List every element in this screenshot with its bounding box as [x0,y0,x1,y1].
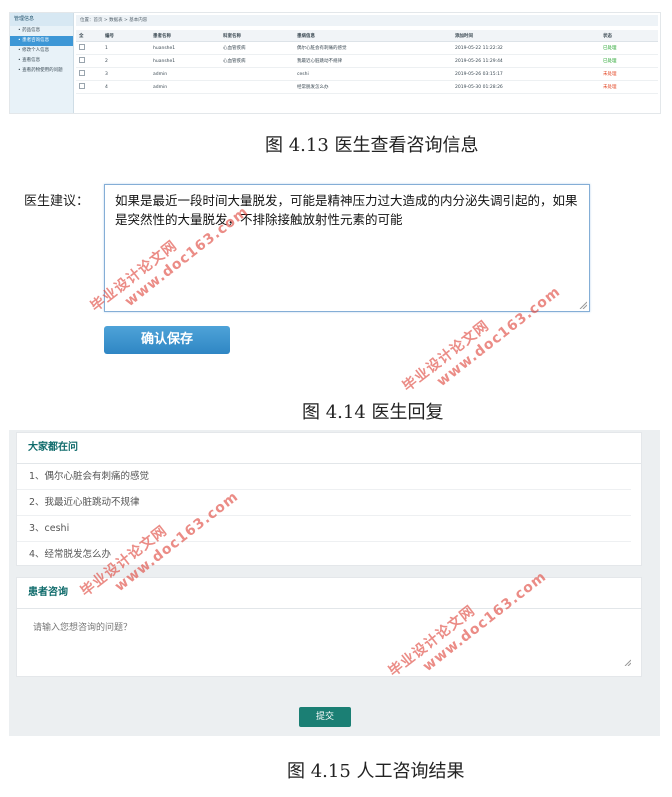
table-row[interactable]: 2 huanshe1 心血管疾病 我最近心脏跳动不规律 2019-05-26 1… [76,54,658,68]
list-item[interactable]: 2、我最近心脏跳动不规律 [17,490,631,516]
table-row[interactable]: 1 huanshe1 心血管疾病 偶尔心脏会有刺痛的感觉 2019-05-22 … [76,41,658,55]
status-badge[interactable]: 未处理 [600,80,658,94]
cell-patient: admin [150,67,220,81]
cell-dept: 心血管疾病 [220,54,294,68]
table-row[interactable]: 3 admin ceshi 2019-05-26 03:15:17 未处理 [76,67,658,81]
row-checkbox[interactable] [76,67,102,81]
sidebar-item-patient-consult[interactable]: • 患者咨询信息 [10,36,73,46]
cell-time: 2019-05-22 11:22:32 [452,41,600,55]
cell-info: 我最近心脏跳动不规律 [294,54,452,68]
confirm-save-button[interactable]: 确认保存 [104,326,230,354]
col-select: 全 [76,30,102,42]
resize-handle-icon[interactable] [624,659,631,666]
cell-id: 3 [102,67,150,81]
cell-time: 2019-05-26 03:15:17 [452,67,600,81]
advice-label: 医生建议： [24,194,90,209]
status-badge[interactable]: 已处理 [600,41,658,55]
consult-table: 全 编号 患者名称 科室名称 患病信息 添加时间 状态 1 huanshe1 心… [76,30,658,94]
cell-info: ceshi [294,67,452,81]
cell-time: 2019-05-26 11:29:44 [452,54,600,68]
col-dept: 科室名称 [220,30,294,42]
row-checkbox[interactable] [76,41,102,55]
cell-patient: admin [150,80,220,94]
sidebar-item-drug-issues[interactable]: • 查看药物使用的问题 [10,66,73,76]
figure-caption-4-15: 图 4.15 人工咨询结果 [287,761,465,782]
faq-title: 大家都在问 [17,433,641,464]
cell-info: 偶尔心脏会有刺痛的感觉 [294,41,452,55]
cell-dept: 心血管疾病 [220,41,294,55]
cell-patient: huanshe1 [150,41,220,55]
list-item[interactable]: 3、ceshi [17,516,631,542]
sidebar: 管理信息 • 药品信息 • 患者咨询信息 • 修改个人信息 • 查看信息 • 查… [10,13,74,113]
cell-id: 2 [102,54,150,68]
col-status: 状态 [600,30,658,42]
doctor-consult-list-screenshot: 管理信息 • 药品信息 • 患者咨询信息 • 修改个人信息 • 查看信息 • 查… [9,12,661,114]
sidebar-header: 管理信息 [10,13,73,26]
cell-dept [220,67,294,81]
row-checkbox[interactable] [76,80,102,94]
status-badge[interactable]: 未处理 [600,67,658,81]
cell-id: 1 [102,41,150,55]
figure-caption-4-13: 图 4.13 医生查看咨询信息 [265,135,479,156]
row-checkbox[interactable] [76,54,102,68]
cell-id: 4 [102,80,150,94]
cell-patient: huanshe1 [150,54,220,68]
col-info: 患病信息 [294,30,452,42]
submit-button[interactable]: 提交 [299,707,351,727]
table-header-row: 全 编号 患者名称 科室名称 患病信息 添加时间 状态 [76,30,658,42]
sidebar-item-edit-profile[interactable]: • 修改个人信息 [10,46,73,56]
consult-textarea[interactable]: 请输入您想咨询的问题？ [33,620,633,633]
list-item[interactable]: 1、偶尔心脏会有刺痛的感觉 [17,464,631,490]
table-row[interactable]: 4 admin 经常脱发怎么办 2019-05-30 01:28:26 未处理 [76,80,658,94]
sidebar-item-view-info[interactable]: • 查看信息 [10,56,73,66]
faq-card: 大家都在问 1、偶尔心脏会有刺痛的感觉 2、我最近心脏跳动不规律 3、ceshi… [16,432,642,566]
col-id: 编号 [102,30,150,42]
breadcrumb: 位置：首页 > 数据表 > 基本内容 [76,15,658,26]
cell-info: 经常脱发怎么办 [294,80,452,94]
col-patient: 患者名称 [150,30,220,42]
status-badge[interactable]: 已处理 [600,54,658,68]
resize-handle-icon[interactable] [579,301,587,309]
col-time: 添加时间 [452,30,600,42]
sidebar-item-medicine[interactable]: • 药品信息 [10,26,73,36]
cell-dept [220,80,294,94]
cell-time: 2019-05-30 01:28:26 [452,80,600,94]
